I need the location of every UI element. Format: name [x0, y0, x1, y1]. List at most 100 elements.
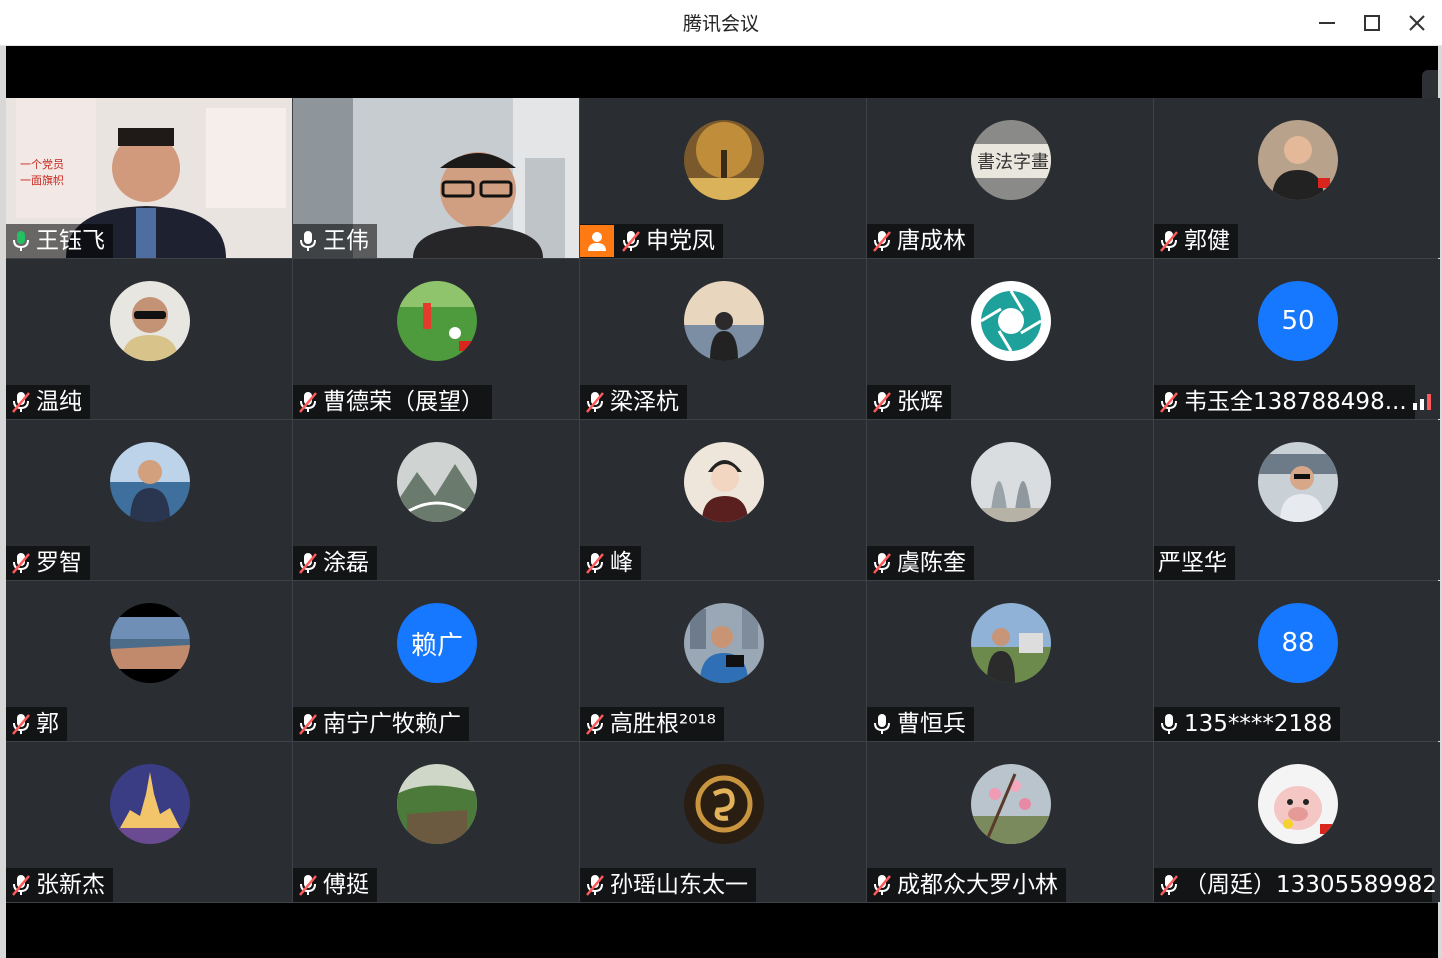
mic-icon [874, 714, 890, 734]
participant-name: 虞陈奎 [897, 550, 966, 576]
participant-tile[interactable]: 峰 [580, 420, 866, 580]
mic-muted-icon [1160, 875, 1178, 896]
mic-muted-icon [299, 875, 317, 896]
participant-name-bar: 郭健 [1154, 224, 1238, 258]
mic-muted-icon [12, 392, 30, 413]
participant-name: 郭 [36, 711, 59, 737]
participant-name-bar: 王伟 [293, 224, 377, 258]
participant-name: 南宁广牧赖广 [323, 711, 461, 737]
calligraphy-photo-icon: 書法字畫 [971, 120, 1051, 200]
mic-muted-icon [586, 714, 604, 735]
man-portrait-photo-icon [1258, 120, 1338, 200]
participant-name-bar: 傅挺 [293, 868, 377, 902]
participant-tile[interactable]: 書法字畫唐成林 [867, 98, 1153, 258]
mic-muted-icon [1160, 392, 1178, 413]
host-badge-icon [580, 225, 614, 257]
participant-name-bar: 王钰飞 [6, 224, 113, 258]
participant-name: 孙瑶山东太一 [610, 872, 748, 898]
minimize-icon [1319, 22, 1335, 24]
mic-muted-icon [873, 231, 891, 252]
participant-name-bar: 曹德荣（展望） [293, 385, 492, 419]
participant-name: 曹德荣（展望） [323, 389, 484, 415]
participant-tile[interactable]: （周廷）13305589982 [1154, 742, 1440, 902]
participant-tile[interactable]: 涂磊 [293, 420, 579, 580]
participant-name: 郭健 [1184, 228, 1230, 254]
participant-tile[interactable]: 张辉 [867, 259, 1153, 419]
twin-towers-photo-icon [971, 442, 1051, 522]
participant-name-bar: 唐成林 [867, 224, 974, 258]
mic-muted-icon [299, 714, 317, 735]
participant-name-bar: 成都众大罗小林 [867, 868, 1066, 902]
mic-icon [13, 231, 29, 251]
participant-tile[interactable]: 傅挺 [293, 742, 579, 902]
participant-name: 135****2188 [1184, 711, 1333, 737]
autumn-tree-photo-icon [684, 120, 764, 200]
river-valley-photo-icon [110, 603, 190, 683]
participant-tile[interactable]: 曹恒兵 [867, 581, 1153, 741]
participant-name-bar: 张新杰 [6, 868, 113, 902]
participant-name-bar: 郭 [6, 707, 67, 741]
mic-muted-icon [12, 714, 30, 735]
participant-name-bar: 南宁广牧赖广 [293, 707, 469, 741]
participant-name-bar: 梁泽杭 [580, 385, 687, 419]
mic-muted-icon [12, 553, 30, 574]
participant-tile[interactable]: 孙瑶山东太一 [580, 742, 866, 902]
man-sunglasses-photo-icon [110, 281, 190, 361]
mic-muted-icon [586, 875, 604, 896]
avatar-text: 赖广 [410, 630, 463, 661]
participant-tile[interactable]: 罗智 [6, 420, 292, 580]
participant-tile[interactable]: 88 135****2188 [1154, 581, 1440, 741]
minimize-button[interactable] [1310, 8, 1344, 38]
participant-name-bar: 135****2188 [1154, 707, 1341, 741]
participant-name-bar: （周廷）13305589982 [1154, 868, 1437, 902]
participant-tile[interactable]: 郭健 [1154, 98, 1440, 258]
avatar-text: 88 [1281, 628, 1315, 658]
mic-muted-icon [873, 392, 891, 413]
mic-muted-icon [299, 392, 317, 413]
participant-tile[interactable]: 成都众大罗小林 [867, 742, 1153, 902]
participant-name-bar: 申党凤 [580, 224, 723, 258]
participant-tile[interactable]: 虞陈奎 [867, 420, 1153, 580]
participant-name: 张辉 [897, 389, 943, 415]
shutter-logo-icon [971, 281, 1051, 361]
peach-blossom-photo-icon [971, 764, 1051, 844]
participant-tile[interactable]: 曹德荣（展望） [293, 259, 579, 419]
participant-name-bar: 峰 [580, 546, 641, 580]
participant-name: 涂磊 [323, 550, 369, 576]
piglet-photo-icon [1258, 764, 1338, 844]
participant-name: 罗智 [36, 550, 82, 576]
participant-name: 严坚华 [1158, 550, 1227, 576]
participant-tile[interactable]: 高胜根²⁰¹⁸ [580, 581, 866, 741]
svg-text:一面旗帜: 一面旗帜 [20, 173, 64, 187]
participant-name-bar: 虞陈奎 [867, 546, 974, 580]
participant-tile[interactable]: 赖广南宁广牧赖广 [293, 581, 579, 741]
participant-tile[interactable]: 梁泽杭 [580, 259, 866, 419]
participant-name: 申党凤 [646, 228, 715, 254]
participant-name: （周廷）13305589982 [1184, 872, 1437, 898]
mic-muted-icon [12, 875, 30, 896]
man-car-photo-icon [1258, 442, 1338, 522]
participant-name-bar: 曹恒兵 [867, 707, 974, 741]
participant-tile[interactable]: 王伟 [293, 98, 579, 258]
gold-emblem-icon [684, 764, 764, 844]
participant-tile[interactable]: 申党凤 [580, 98, 866, 258]
participant-name-bar: 韦玉全138788498... [1154, 385, 1415, 419]
participant-name: 韦玉全138788498... [1184, 389, 1407, 415]
title-bar: 腾讯会议 [0, 0, 1442, 46]
mic-muted-icon [586, 392, 604, 413]
svg-text:一个党员: 一个党员 [20, 158, 64, 171]
meeting-view: 一个党员 一面旗帜 王钰飞 王伟 申党凤 書法字畫 唐成林 郭健 温纯 曹德荣（展望） 梁泽杭 张辉 5… [6, 46, 1440, 958]
participant-tile[interactable]: 郭 [6, 581, 292, 741]
avatar: 88 [1258, 603, 1338, 683]
participant-name: 傅挺 [323, 872, 369, 898]
castle-night-photo-icon [110, 764, 190, 844]
participant-tile[interactable]: 张新杰 [6, 742, 292, 902]
man-camera-photo-icon [684, 603, 764, 683]
mic-muted-icon [622, 231, 640, 252]
participant-tile[interactable]: 温纯 [6, 259, 292, 419]
participant-tile[interactable]: 严坚华 [1154, 420, 1440, 580]
close-button[interactable] [1400, 8, 1434, 38]
maximize-button[interactable] [1355, 8, 1389, 38]
participant-tile[interactable]: 50 韦玉全138788498... [1154, 259, 1440, 419]
participant-tile[interactable]: 一个党员一面旗帜王钰飞 [6, 98, 292, 258]
